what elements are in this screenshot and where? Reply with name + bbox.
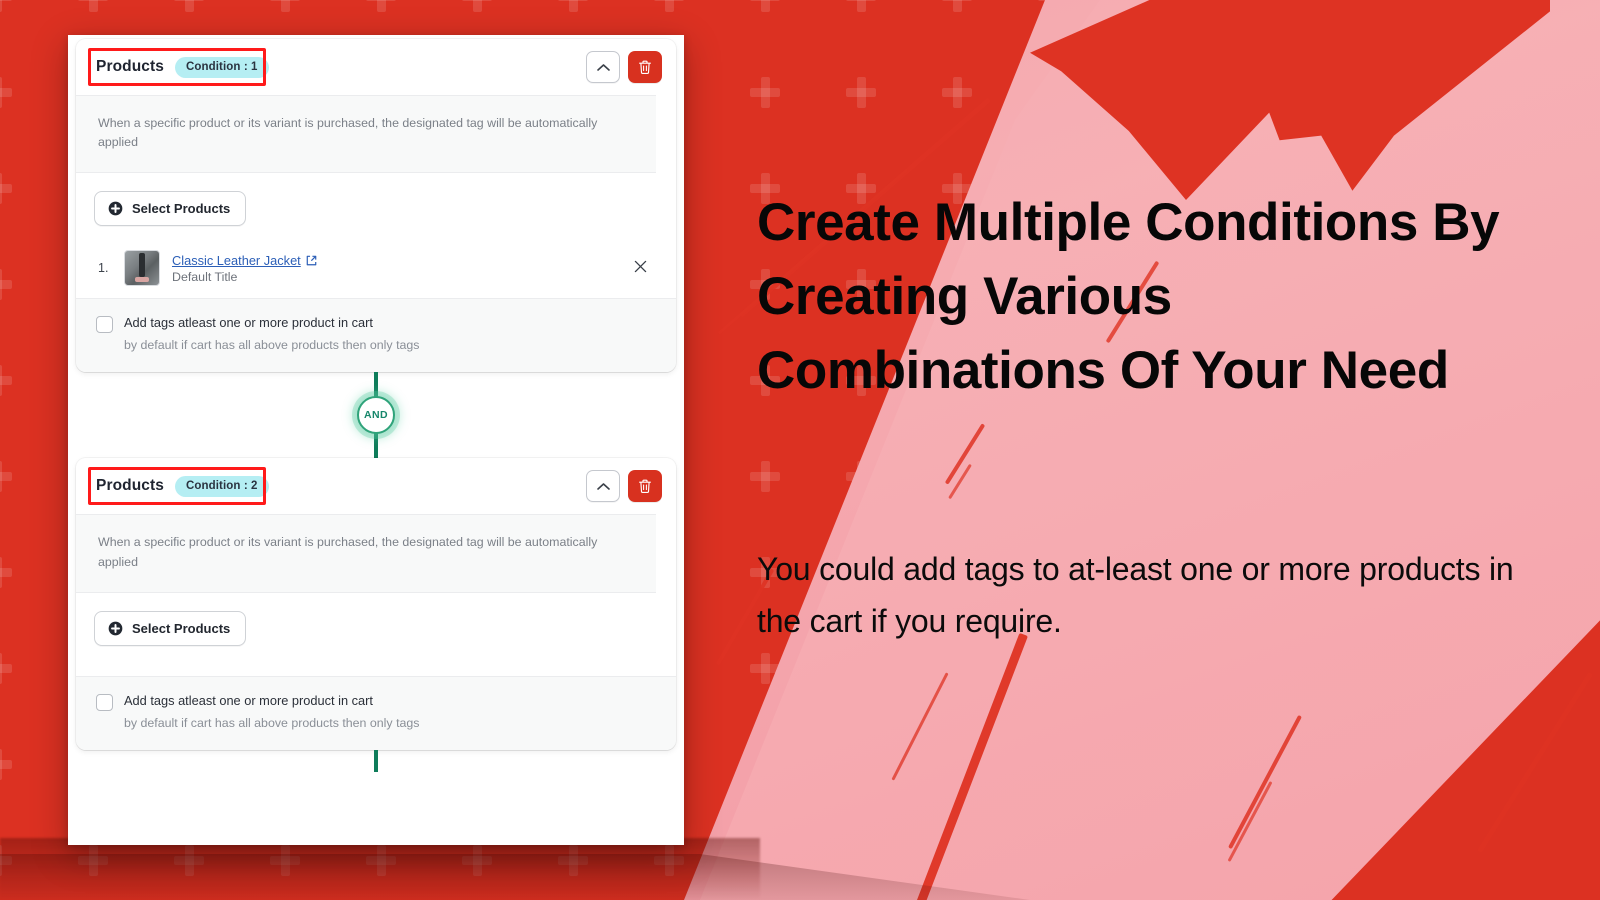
condition-1-collapse-button[interactable] — [586, 51, 620, 83]
product-remove-button[interactable] — [633, 259, 648, 277]
condition-2-body: Select Products — [76, 592, 676, 676]
condition-2-checkbox-sublabel: by default if cart has all above product… — [124, 715, 420, 730]
trash-icon — [639, 479, 651, 493]
condition-card-2: Products Condition : 2 When a specific p… — [76, 458, 676, 750]
condition-1-product-list: 1. Classic Leather Jacket Default Title — [94, 240, 658, 298]
condition-2-select-products-label: Select Products — [132, 620, 231, 636]
condition-1-body: Select Products 1. Classic Leather Jacke… — [76, 173, 676, 299]
condition-card-1: Products Condition : 1 When a specific p… — [76, 39, 676, 373]
chevron-up-icon — [596, 483, 610, 490]
condition-1-footer: Add tags atleast one or more product in … — [76, 298, 676, 373]
product-thumbnail — [124, 250, 160, 287]
condition-1-checkbox-label: Add tags atleast one or more product in … — [124, 315, 373, 331]
condition-2-badge: Condition : 2 — [174, 475, 269, 497]
product-row: 1. Classic Leather Jacket Default Title — [94, 240, 658, 298]
condition-1-description: When a specific product or its variant i… — [76, 95, 656, 174]
condition-2-checkbox-label: Add tags atleast one or more product in … — [124, 692, 373, 708]
condition-1-title: Products — [96, 58, 164, 75]
condition-1-select-products-button[interactable]: Select Products — [94, 191, 247, 227]
condition-1-delete-button[interactable] — [628, 51, 662, 83]
chevron-up-icon — [596, 63, 610, 71]
condition-2-header: Products Condition : 2 — [76, 458, 676, 515]
condition-1-select-products-label: Select Products — [132, 201, 231, 217]
product-index: 1. — [98, 261, 109, 276]
condition-1-atleast-checkbox[interactable] — [96, 316, 113, 334]
shadow-band-bottom — [0, 838, 760, 900]
promo-subcopy: You could add tags to at-least one or mo… — [757, 551, 1514, 639]
product-variant: Default Title — [172, 269, 238, 284]
condition-1-badge: Condition : 1 — [174, 56, 269, 78]
product-name-text: Classic Leather Jacket — [172, 252, 301, 268]
condition-2-footer: Add tags atleast one or more product in … — [76, 675, 676, 750]
plus-circle-icon — [108, 621, 123, 636]
condition-2-collapse-button[interactable] — [586, 470, 620, 503]
plus-circle-icon — [108, 202, 123, 216]
and-node-label: AND — [364, 409, 388, 422]
external-link-icon — [306, 255, 317, 266]
app-screenshot-window: Products Condition : 1 When a specific p… — [68, 35, 684, 845]
condition-2-delete-button[interactable] — [628, 470, 662, 503]
promo-headline: Create Multiple Conditions By Creating V… — [757, 193, 1500, 401]
condition-2-atleast-checkbox[interactable] — [96, 693, 113, 711]
condition-2-title: Products — [96, 477, 164, 495]
and-connector: AND — [68, 372, 684, 459]
connector-tail-line — [68, 750, 684, 772]
product-name-link[interactable]: Classic Leather Jacket — [172, 253, 317, 268]
and-node[interactable]: AND — [357, 396, 395, 435]
trash-icon — [639, 60, 651, 74]
condition-2-description: When a specific product or its variant i… — [76, 514, 656, 593]
promo-slide: Products Condition : 1 When a specific p… — [0, 0, 1600, 900]
condition-1-checkbox-sublabel: by default if cart has all above product… — [124, 338, 420, 353]
condition-2-select-products-button[interactable]: Select Products — [94, 610, 247, 646]
close-icon — [634, 261, 647, 273]
condition-1-header: Products Condition : 1 — [76, 39, 676, 95]
